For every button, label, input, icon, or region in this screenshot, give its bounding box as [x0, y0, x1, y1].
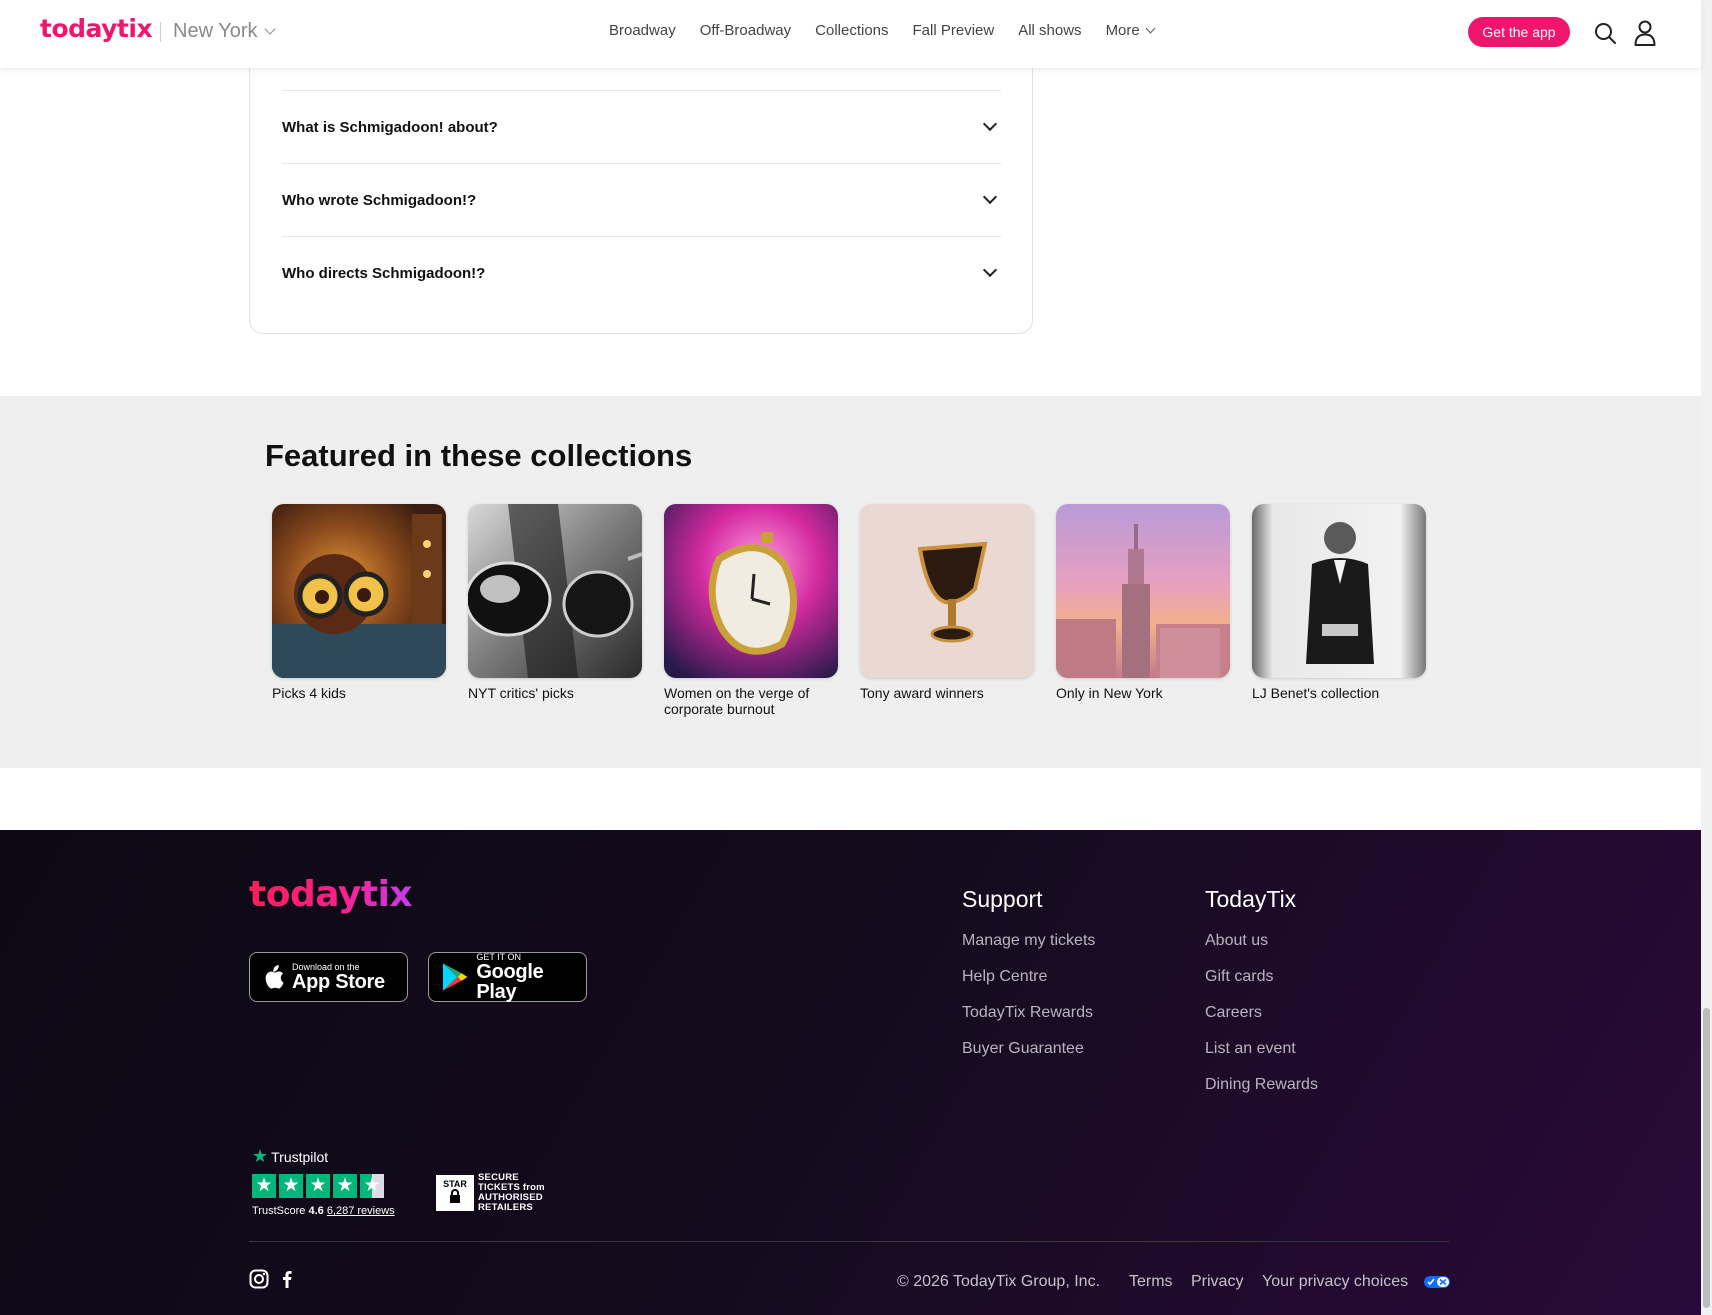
link-careers[interactable]: Careers — [1205, 1004, 1262, 1022]
collection-image — [1056, 504, 1230, 678]
nav-all-shows[interactable]: All shows — [1018, 22, 1081, 39]
footer-divider — [249, 1241, 1449, 1242]
faq-card: What is Schmigadoon! about? Who wrote Sc… — [249, 40, 1033, 334]
collection-card-only-in-new-york[interactable]: Only in New York — [1056, 504, 1230, 701]
app-store-big: App Store — [292, 971, 385, 993]
faq-item-director[interactable]: Who directs Schmigadoon!? — [282, 236, 1001, 309]
collection-image — [468, 504, 642, 678]
city-selector[interactable]: New York — [173, 20, 276, 43]
star-logo-text: STAR — [443, 1179, 467, 1189]
link-help-centre[interactable]: Help Centre — [962, 968, 1047, 986]
user-account-icon[interactable] — [1634, 20, 1656, 46]
trustpilot-widget[interactable]: ★ Trustpilot ★ ★ ★ ★ ★ TrustScore 4.6 6,… — [252, 1146, 395, 1217]
faq-item-writer[interactable]: Who wrote Schmigadoon!? — [282, 163, 1001, 236]
chevron-down-icon — [1145, 23, 1156, 33]
section-title: Featured in these collections — [265, 438, 693, 473]
logo-divider — [160, 22, 161, 42]
trustscore-label: TrustScore — [252, 1205, 306, 1217]
collection-card-picks-4-kids[interactable]: Picks 4 kids — [272, 504, 446, 701]
todaytix-heading: TodayTix — [1205, 886, 1297, 912]
link-about-us[interactable]: About us — [1205, 932, 1268, 950]
chevron-down-icon — [982, 189, 998, 205]
trustpilot-reviews-link[interactable]: 6,287 reviews — [327, 1205, 395, 1217]
nav-fall-preview[interactable]: Fall Preview — [913, 22, 995, 39]
search-icon[interactable] — [1594, 22, 1616, 44]
star-icon: ★ — [252, 1174, 276, 1198]
privacy-choices-icon[interactable] — [1424, 1276, 1450, 1288]
link-dining-rewards[interactable]: Dining Rewards — [1205, 1076, 1318, 1094]
trustpilot-label: Trustpilot — [271, 1148, 329, 1165]
link-terms[interactable]: Terms — [1129, 1273, 1173, 1291]
link-buyer-guarantee[interactable]: Buyer Guarantee — [962, 1040, 1084, 1058]
collection-image — [860, 504, 1034, 678]
star-icon: ★ — [306, 1174, 330, 1198]
featured-collections-section: Featured in these collections Picks 4 ki… — [0, 396, 1701, 768]
support-heading: Support — [962, 886, 1043, 912]
nav-more-label: More — [1105, 22, 1140, 39]
chevron-down-icon — [982, 116, 998, 132]
collection-label: Only in New York — [1056, 685, 1163, 701]
nav-collections[interactable]: Collections — [815, 22, 888, 39]
todaytix-logo[interactable]: todaytix — [40, 14, 153, 43]
trustscore-value: 4.6 — [308, 1205, 324, 1217]
collection-card-lj-benet[interactable]: LJ Benet's collection — [1252, 504, 1426, 701]
star-line-4: RETAILERS — [478, 1202, 533, 1213]
city-label: New York — [173, 20, 258, 42]
link-manage-tickets[interactable]: Manage my tickets — [962, 932, 1095, 950]
chevron-down-icon — [982, 262, 998, 278]
collection-card-nyt-critics-picks[interactable]: NYT critics' picks — [468, 504, 642, 701]
site-header: todaytix New York Broadway Off-Broadway … — [0, 0, 1701, 68]
copyright: © 2026 TodayTix Group, Inc. — [897, 1273, 1101, 1290]
google-play-icon — [442, 963, 468, 991]
main-nav: Broadway Off-Broadway Collections Fall P… — [609, 22, 1178, 39]
page-scrollbar[interactable] — [1701, 0, 1712, 1315]
nav-broadway[interactable]: Broadway — [609, 22, 676, 39]
star-icon: ★ — [279, 1174, 303, 1198]
link-privacy-choices[interactable]: Your privacy choices — [1262, 1273, 1408, 1291]
collection-image — [1252, 504, 1426, 678]
trustscore: TrustScore 4.6 6,287 reviews — [252, 1205, 395, 1217]
lock-icon — [450, 1189, 460, 1203]
half-star-icon: ★ — [360, 1174, 384, 1198]
star-badge-text: SECURE TICKETS from AUTHORISED RETAILERS — [478, 1173, 545, 1213]
collection-label: Women on the verge of corporate burnout — [664, 685, 810, 717]
collection-card-tony-award-winners[interactable]: Tony award winners — [860, 504, 1034, 701]
chevron-down-icon — [263, 23, 276, 35]
footer-logo[interactable]: todaytix — [249, 874, 413, 915]
google-play-big: Google Play — [476, 961, 544, 1003]
collection-card-corporate-burnout[interactable]: Women on the verge of corporate burnout — [664, 504, 838, 717]
star-secure-badge: STAR SECURE TICKETS from AUTHORISED RETA… — [436, 1173, 545, 1213]
star-logo: STAR — [436, 1175, 474, 1211]
nav-more[interactable]: More — [1105, 22, 1156, 39]
collection-label: Picks 4 kids — [272, 685, 346, 701]
faq-question: Who directs Schmigadoon!? — [282, 264, 486, 282]
collection-image — [272, 504, 446, 678]
trustpilot-star-icon: ★ — [252, 1146, 269, 1166]
google-play-button[interactable]: GET IT ON Google Play — [428, 952, 587, 1002]
nav-off-broadway[interactable]: Off-Broadway — [700, 22, 791, 39]
google-play-text: GET IT ON Google Play — [476, 952, 586, 1002]
link-gift-cards[interactable]: Gift cards — [1205, 968, 1273, 986]
link-privacy[interactable]: Privacy — [1191, 1273, 1243, 1291]
app-store-text: Download on the App Store — [292, 962, 385, 992]
collection-image — [664, 504, 838, 678]
instagram-icon[interactable] — [249, 1269, 269, 1289]
link-list-event[interactable]: List an event — [1205, 1040, 1296, 1058]
link-rewards[interactable]: TodayTix Rewards — [962, 1004, 1093, 1022]
scrollbar-thumb[interactable] — [1703, 1008, 1710, 1308]
faq-question: Who wrote Schmigadoon!? — [282, 191, 477, 209]
app-store-button[interactable]: Download on the App Store — [249, 952, 408, 1002]
trustpilot-brand: ★ Trustpilot — [252, 1146, 395, 1167]
facebook-icon[interactable] — [277, 1269, 297, 1289]
collection-label: Tony award winners — [860, 685, 984, 701]
collection-label: NYT critics' picks — [468, 685, 574, 701]
star-icon: ★ — [333, 1174, 357, 1198]
collection-label: LJ Benet's collection — [1252, 685, 1380, 701]
faq-question: What is Schmigadoon! about? — [282, 118, 498, 136]
apple-icon — [265, 965, 284, 989]
get-the-app-button[interactable]: Get the app — [1468, 17, 1570, 47]
faq-item-about[interactable]: What is Schmigadoon! about? — [282, 90, 1001, 163]
trustpilot-stars: ★ ★ ★ ★ ★ — [252, 1174, 395, 1198]
site-footer: todaytix Download on the App Store GET I… — [0, 830, 1701, 1315]
